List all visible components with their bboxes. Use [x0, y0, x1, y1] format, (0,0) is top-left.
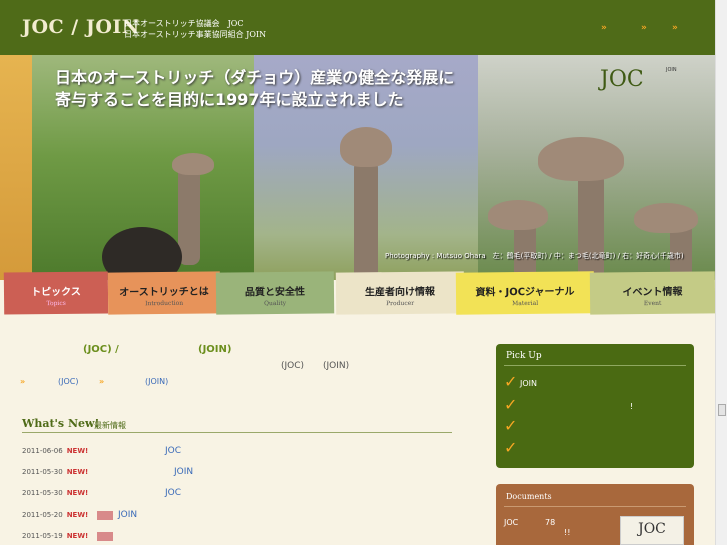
news-link[interactable]: JOIN — [174, 467, 193, 477]
documents-excl: !! — [564, 528, 571, 537]
arrow-icon: » — [99, 377, 105, 386]
new-badge: NEW! — [66, 511, 89, 519]
news-item: 2011-05-19 NEW! — [22, 532, 88, 540]
intro-line2-join: (JOIN) — [323, 361, 350, 371]
tab-label: イベント情報 — [622, 286, 683, 299]
documents-issue-number: 78 — [545, 518, 556, 527]
documents-joc[interactable]: JOC — [504, 518, 518, 527]
ostrich-neck — [578, 173, 604, 280]
tab-introduction[interactable]: オーストリッチとは Introduction — [107, 271, 221, 315]
news-date: 2011-05-19 — [22, 532, 63, 540]
hero-title-line1: 日本のオーストリッチ（ダチョウ）産業の健全な発展に — [55, 68, 455, 87]
ostrich-head — [340, 127, 392, 167]
documents-divider — [504, 506, 686, 507]
news-link[interactable]: JOC — [165, 446, 181, 456]
org-name-line2: 日本オーストリッチ事業協同組合 JOIN — [124, 30, 267, 39]
arrow-icon: » — [20, 377, 26, 386]
tab-topics[interactable]: トピックス Topics — [3, 271, 109, 315]
news-item: 2011-05-30 NEW! — [22, 468, 88, 476]
new-badge: NEW! — [66, 489, 89, 497]
scroll-thumb[interactable] — [718, 404, 726, 416]
news-item: 2011-06-06 NEW! — [22, 447, 88, 455]
intro-join-label: (JOIN) — [198, 344, 232, 355]
new-badge: NEW! — [66, 532, 89, 540]
category-tag — [97, 511, 113, 520]
news-date: 2011-05-20 — [22, 511, 63, 519]
pickup-box: Pick Up ✓ JOIN ✓ ! ✓ ✓ — [496, 344, 694, 468]
tab-label: オーストリッチとは — [119, 286, 209, 299]
check-icon: ✓ — [504, 416, 518, 435]
tab-material[interactable]: 資料・JOCジャーナル Material — [455, 271, 595, 315]
ostrich-head — [172, 153, 214, 175]
category-tag — [97, 532, 113, 541]
news-divider — [22, 432, 452, 433]
hero-decorative-strip — [0, 55, 32, 280]
journal-cover-image[interactable]: JOC — [620, 516, 684, 545]
news-link[interactable]: JOIN — [118, 510, 137, 520]
tab-quality[interactable]: 品質と安全性 Quality — [215, 271, 335, 315]
ostrich-neck — [354, 160, 378, 280]
header-link-1[interactable]: » — [601, 23, 607, 33]
join-link[interactable]: (JOIN) — [145, 377, 168, 386]
ostrich-head — [538, 137, 624, 181]
documents-box: Documents JOC 78 !! JOC — [496, 484, 694, 545]
pickup-divider — [504, 365, 686, 366]
tab-label: 資料・JOCジャーナル — [475, 286, 575, 299]
documents-title: Documents — [506, 492, 552, 501]
tab-label: トピックス — [31, 286, 81, 299]
photo-credit: Photography : Mutsuo Ohara 左：鶴毛(平取町) / 中… — [385, 252, 684, 260]
news-date: 2011-05-30 — [22, 489, 63, 497]
tab-event[interactable]: イベント情報 Event — [589, 271, 716, 315]
news-date: 2011-05-30 — [22, 468, 63, 476]
org-name-line1: 日本オーストリッチ協議会 JOC — [124, 19, 244, 28]
hero-banner: 日本のオーストリッチ（ダチョウ）産業の健全な発展に 寄与することを目的に1997… — [0, 55, 715, 280]
tab-sublabel: Introduction — [145, 299, 184, 308]
join-logo: JOIN — [666, 67, 677, 73]
hero-title-line2: 寄与することを目的に1997年に設立されました — [55, 90, 404, 109]
main-nav: トピックス Topics オーストリッチとは Introduction 品質と安… — [0, 271, 716, 315]
header-link-2[interactable]: » — [641, 23, 647, 33]
news-link[interactable]: JOC — [165, 488, 181, 498]
page-scrollbar[interactable] — [715, 0, 727, 545]
tab-sublabel: Material — [512, 299, 539, 308]
news-item: 2011-05-30 NEW! — [22, 489, 88, 497]
pickup-item[interactable]: JOIN — [520, 379, 537, 388]
joc-logo: JOC — [600, 67, 644, 92]
check-icon: ✓ — [504, 395, 518, 414]
tab-sublabel: Quality — [264, 299, 287, 308]
pickup-title: Pick Up — [506, 351, 542, 361]
news-title: What's New! — [22, 417, 100, 430]
new-badge: NEW! — [66, 468, 89, 476]
hero-title: 日本のオーストリッチ（ダチョウ）産業の健全な発展に 寄与することを目的に1997… — [55, 67, 454, 111]
intro-joc-label: (JOC) / — [83, 344, 119, 355]
new-badge: NEW! — [66, 447, 89, 455]
header-link-3[interactable]: » — [672, 23, 678, 33]
site-header: JOC / JOIN 日本オーストリッチ協議会 JOC 日本オーストリッチ事業協… — [0, 0, 715, 55]
site-logo[interactable]: JOC / JOIN — [22, 16, 140, 38]
ostrich-neck — [178, 165, 200, 265]
news-title-jp: 最新情報 — [94, 421, 126, 430]
org-name: 日本オーストリッチ協議会 JOC 日本オーストリッチ事業協同組合 JOIN — [124, 18, 266, 40]
pickup-item[interactable]: ! — [630, 402, 633, 411]
news-date: 2011-06-06 — [22, 447, 63, 455]
check-icon: ✓ — [504, 372, 518, 391]
check-icon: ✓ — [504, 438, 518, 457]
tab-sublabel: Topics — [46, 299, 66, 308]
tab-sublabel: Producer — [386, 299, 415, 308]
tab-label: 品質と安全性 — [244, 286, 306, 299]
joc-link[interactable]: (JOC) — [58, 377, 78, 386]
news-item: 2011-05-20 NEW! — [22, 511, 88, 519]
tab-sublabel: Event — [643, 299, 662, 308]
ostrich-head — [634, 203, 698, 233]
hero-photo-right — [478, 55, 715, 280]
ostrich-head — [488, 200, 548, 230]
tab-producer[interactable]: 生産者向け情報 Producer — [335, 271, 465, 315]
tab-label: 生産者向け情報 — [364, 286, 436, 299]
intro-line2-joc: (JOC) — [281, 361, 305, 371]
